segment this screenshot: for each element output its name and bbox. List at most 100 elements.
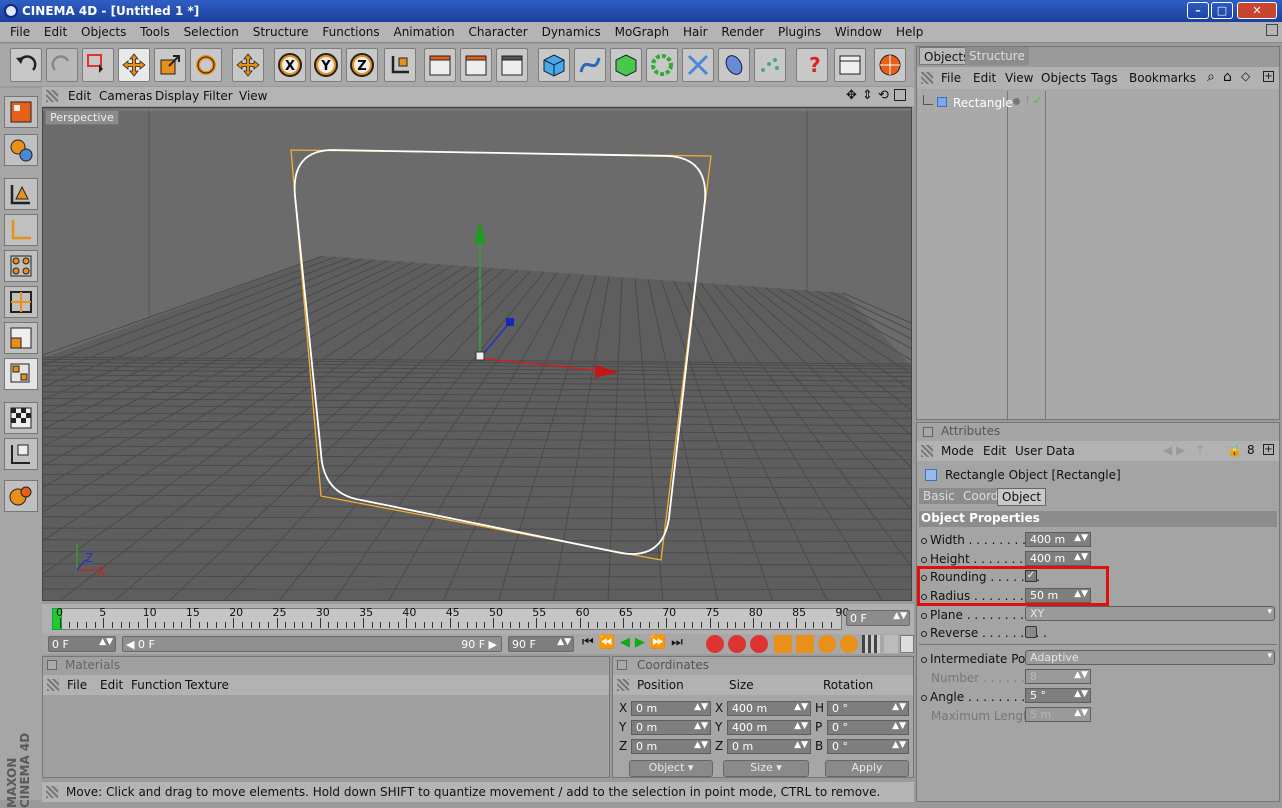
- layout-browser-button[interactable]: [834, 48, 866, 82]
- go-end-icon[interactable]: ⏭: [671, 635, 688, 650]
- keyframe-selection-icon[interactable]: [750, 635, 768, 653]
- web-button[interactable]: [874, 48, 906, 82]
- key-pla-icon[interactable]: [862, 635, 880, 653]
- rotate-tool-button[interactable]: [190, 48, 222, 82]
- key-parameter-icon[interactable]: [840, 635, 858, 653]
- add-array-button[interactable]: [646, 48, 678, 82]
- apply-button[interactable]: Apply: [825, 760, 909, 777]
- coord-rotation-field[interactable]: 0 °▲▼: [827, 720, 909, 735]
- timeline-ruler[interactable]: 051015202530354045505560657075808590 0 F…: [42, 604, 914, 634]
- add-particle-button[interactable]: [754, 48, 786, 82]
- help-button[interactable]: ?: [796, 48, 828, 82]
- use-axis-tool[interactable]: [4, 214, 38, 246]
- menu-plugins[interactable]: Plugins: [778, 22, 821, 39]
- menu-mograph[interactable]: MoGraph: [615, 22, 670, 39]
- intermediate-select[interactable]: Adaptive▾: [1025, 650, 1275, 665]
- render-view-button[interactable]: [424, 48, 456, 82]
- undo-button[interactable]: [10, 48, 42, 82]
- menu-structure[interactable]: Structure: [253, 22, 309, 39]
- materials-menu-edit[interactable]: Edit: [100, 678, 123, 692]
- play-icon[interactable]: ▶: [635, 635, 650, 650]
- new-view-icon[interactable]: +: [1263, 444, 1274, 455]
- coordinates-checkbox[interactable]: [617, 660, 627, 670]
- coord-size-field[interactable]: 400 m▲▼: [727, 720, 811, 735]
- viewport-menu-edit[interactable]: Edit: [68, 89, 91, 103]
- param-dot-icon[interactable]: [921, 695, 927, 701]
- coord-mode-select[interactable]: Object ▾: [629, 760, 713, 777]
- key-scale-icon[interactable]: [796, 635, 814, 653]
- add-scene-button[interactable]: [718, 48, 750, 82]
- coord-position-field[interactable]: 0 m▲▼: [631, 739, 711, 754]
- use-texture-tool[interactable]: [4, 178, 38, 210]
- home-icon[interactable]: ⌂: [1223, 69, 1232, 85]
- current-frame-field[interactable]: 0 F▲▼: [846, 610, 910, 626]
- add-deformer-button[interactable]: [682, 48, 714, 82]
- attr-tab-object[interactable]: Object: [997, 488, 1046, 506]
- redo-button[interactable]: [46, 48, 78, 82]
- objects-menu-bookmarks[interactable]: Bookmarks: [1129, 71, 1196, 85]
- menu-dynamics[interactable]: Dynamics: [542, 22, 601, 39]
- drag-handle-icon[interactable]: [921, 445, 933, 457]
- start-frame-field[interactable]: 0 F▲▼: [48, 636, 116, 652]
- menu-file[interactable]: File: [10, 22, 30, 39]
- attributes-menu-mode[interactable]: Mode: [941, 444, 974, 458]
- y-axis-button[interactable]: Y: [310, 48, 342, 82]
- attr-tab-basic[interactable]: Basic: [919, 488, 959, 504]
- scale-tool-button[interactable]: [154, 48, 186, 82]
- use-joints-tool[interactable]: [4, 480, 38, 512]
- close-button[interactable]: ✕: [1237, 2, 1277, 19]
- materials-checkbox[interactable]: [47, 660, 57, 670]
- objects-menu-objects[interactable]: Objects: [1041, 71, 1086, 85]
- materials-menu-file[interactable]: File: [67, 678, 87, 692]
- render-picture-viewer-button[interactable]: [460, 48, 492, 82]
- viewport-move-icon[interactable]: ✥: [846, 88, 857, 103]
- param-dot-icon[interactable]: [921, 613, 927, 619]
- param-dot-icon[interactable]: [921, 538, 927, 544]
- viewport-zoom-icon[interactable]: ⇕: [862, 88, 873, 103]
- reverse-checkbox[interactable]: [1025, 626, 1037, 638]
- end-frame-field[interactable]: 90 F▲▼: [508, 636, 574, 652]
- coord-size-field[interactable]: 400 m▲▼: [727, 701, 811, 716]
- viewport-menu-filter[interactable]: Filter: [203, 89, 233, 103]
- perspective-viewport[interactable]: Z X Perspective: [42, 107, 912, 601]
- render-dot-icon[interactable]: ⁝: [1026, 95, 1029, 106]
- viewport-menu-cameras[interactable]: Cameras: [99, 89, 152, 103]
- layout-icon[interactable]: [1266, 24, 1278, 36]
- add-spline-button[interactable]: [574, 48, 606, 82]
- drag-handle-icon[interactable]: [921, 72, 933, 84]
- menu-character[interactable]: Character: [469, 22, 528, 39]
- back-arrow-icon[interactable]: ◀ ▶: [1163, 443, 1185, 457]
- go-start-icon[interactable]: ⏮: [582, 635, 599, 650]
- drag-handle-icon[interactable]: [617, 679, 629, 691]
- menu-functions[interactable]: Functions: [322, 22, 379, 39]
- interpolation-icon[interactable]: [884, 635, 898, 653]
- coord-rotation-field[interactable]: 0 °▲▼: [827, 739, 909, 754]
- param-dot-icon[interactable]: [921, 557, 927, 563]
- drag-handle-icon[interactable]: [47, 679, 59, 691]
- number-field[interactable]: 8▲▼: [1025, 669, 1091, 684]
- pin-icon[interactable]: 8: [1247, 443, 1255, 457]
- max-length-field[interactable]: 5 m▲▼: [1025, 707, 1091, 722]
- tab-structure[interactable]: Structure: [965, 47, 1029, 65]
- viewport-rotate-icon[interactable]: ⟲: [878, 88, 889, 103]
- new-view-icon[interactable]: +: [1263, 71, 1274, 82]
- enabled-check-icon[interactable]: ✓: [1033, 94, 1042, 107]
- menu-selection[interactable]: Selection: [184, 22, 239, 39]
- object-item-rectangle[interactable]: Rectangle: [953, 96, 1013, 110]
- menu-help[interactable]: Help: [896, 22, 923, 39]
- autokey-icon[interactable]: [728, 635, 746, 653]
- scheme-icon[interactable]: [900, 635, 914, 653]
- minimize-button[interactable]: –: [1187, 2, 1209, 19]
- next-key-icon[interactable]: ⏩: [650, 635, 671, 650]
- use-points-tool[interactable]: [4, 250, 38, 282]
- height-field[interactable]: 400 m▲▼: [1025, 551, 1091, 566]
- objects-menu-edit[interactable]: Edit: [973, 71, 996, 85]
- maximize-button[interactable]: □: [1211, 2, 1233, 19]
- recent-tool-button[interactable]: [232, 48, 264, 82]
- render-settings-button[interactable]: [496, 48, 528, 82]
- coord-size-field[interactable]: 0 m▲▼: [727, 739, 811, 754]
- plane-select[interactable]: XY▾: [1025, 606, 1275, 621]
- enable-axis-tool[interactable]: [4, 402, 38, 434]
- coordinate-system-button[interactable]: [384, 48, 416, 82]
- use-animation-tool[interactable]: [4, 358, 38, 390]
